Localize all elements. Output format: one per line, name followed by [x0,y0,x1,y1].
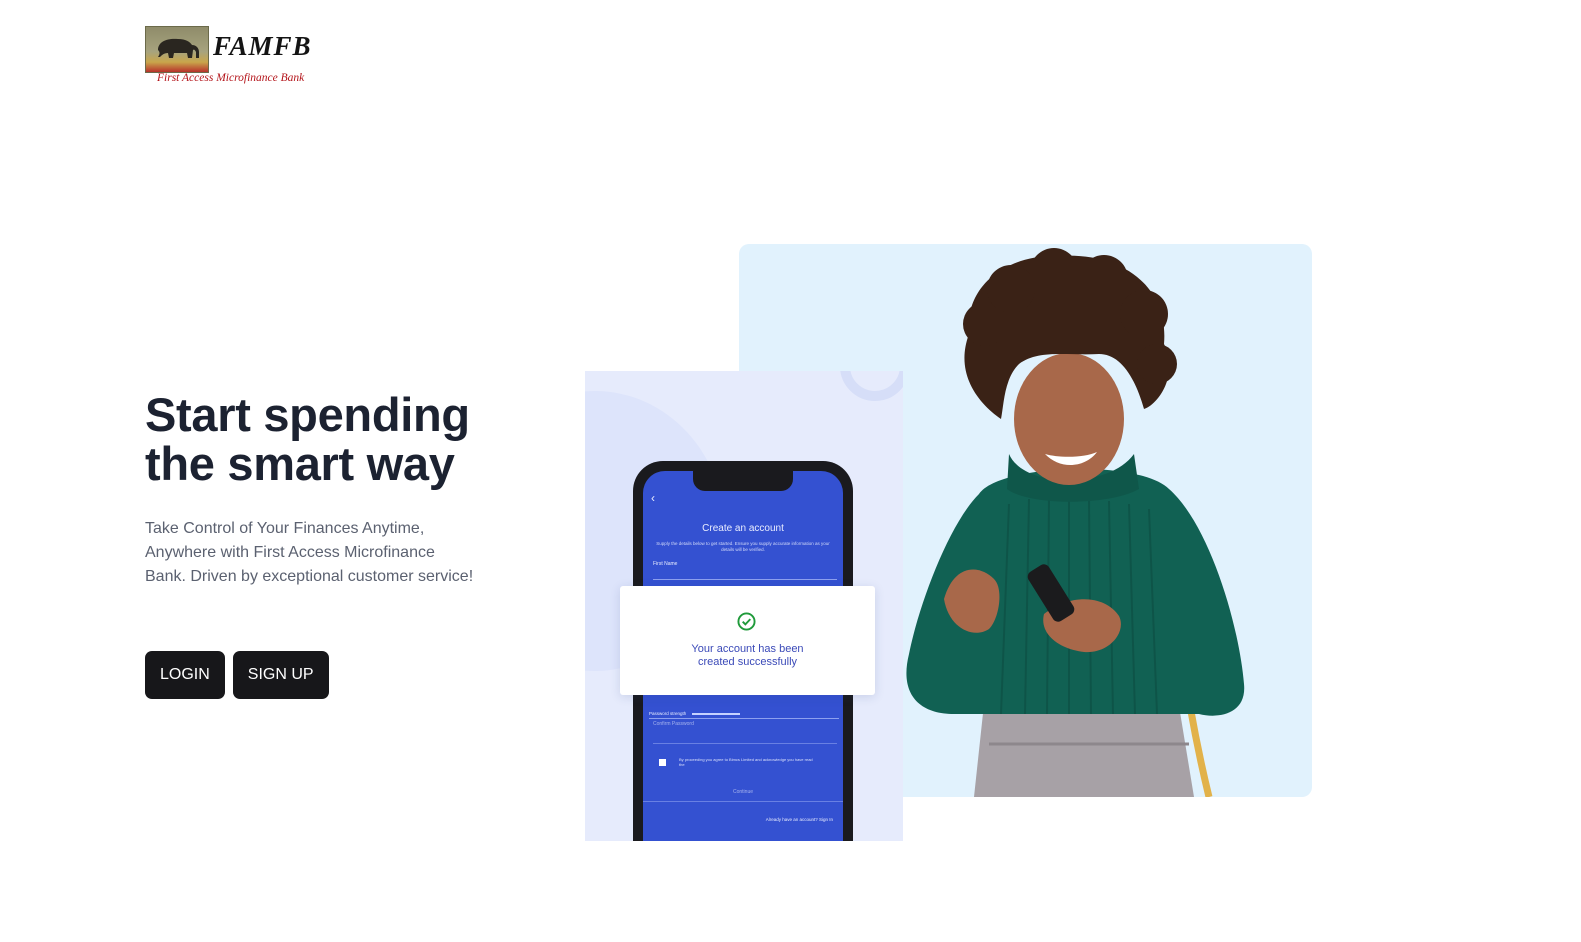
hero-title: Start spending the smart way [145,390,565,488]
terms-text: By proceeding you agree to Bimcs Limited… [679,757,813,767]
logo-image [145,26,209,73]
elephant-icon [158,38,199,58]
logo-tagline: First Access Microfinance Bank [157,72,305,84]
back-chevron-icon: ‹ [651,491,655,505]
hero-title-line-1: Start spending [145,388,470,441]
success-card: Your account has been created successful… [620,586,875,695]
check-circle-icon [737,612,756,631]
success-message-line-1: Your account has been [691,643,804,655]
hero-title-line-2: the smart way [145,437,455,490]
first-name-field: First Name [653,561,837,580]
phone-screen-title: Create an account [702,523,784,534]
signup-button[interactable]: SIGN UP [232,651,329,699]
continue-label: Continue [643,789,843,802]
signin-text: Already have an account? Sign In [765,817,833,822]
logo[interactable]: FAMFB First Access Microfinance Bank [145,26,320,88]
phone-screen-description: Supply the details below to get started.… [656,541,830,552]
password-strength: Password strength [649,711,839,719]
success-message-line-2: created successfully [697,656,798,668]
password-strength-label: Password strength [649,711,687,716]
logo-wordmark: FAMFB [213,31,312,61]
success-message: Your account has been created successful… [620,643,875,669]
hero-subtitle: Take Control of Your Finances Anytime, A… [145,520,474,585]
auth-buttons: LOGIN SIGN UP [145,651,329,699]
confirm-password-field: Confirm Password [653,721,837,744]
terms-checkbox [659,759,666,766]
login-button[interactable]: LOGIN [145,651,225,699]
